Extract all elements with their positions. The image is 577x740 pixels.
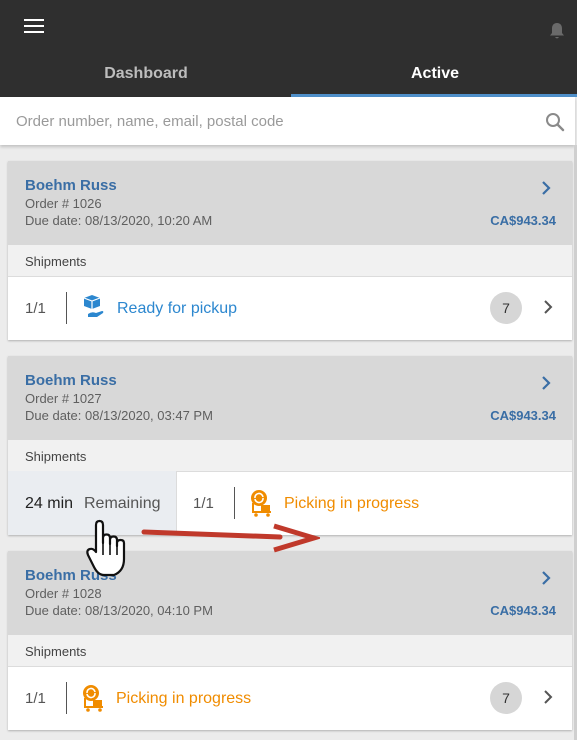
order-card: Boehm Russ Order # 1027 Due date: 08/13/… xyxy=(8,356,572,535)
chevron-right-icon[interactable] xyxy=(541,181,551,200)
order-card-header[interactable]: Boehm Russ Order # 1026 Due date: 08/13/… xyxy=(8,161,572,245)
app-bar: Dashboard Active xyxy=(0,0,577,97)
order-amount: CA$943.34 xyxy=(490,408,556,423)
shipment-count: 1/1 xyxy=(193,495,214,512)
due-date: Due date: 08/13/2020, 04:10 PM xyxy=(25,603,213,618)
bell-icon[interactable] xyxy=(549,22,565,45)
order-number: Order # 1027 xyxy=(25,391,102,406)
shipment-row[interactable]: 1/1 Picking in progress 7 xyxy=(8,666,572,730)
order-card: Boehm Russ Order # 1026 Due date: 08/13/… xyxy=(8,161,572,340)
order-amount: CA$943.34 xyxy=(490,213,556,228)
tab-active[interactable]: Active xyxy=(291,56,577,97)
item-count-badge: 7 xyxy=(490,682,522,714)
shipments-label: Shipments xyxy=(25,644,87,659)
search-icon[interactable] xyxy=(545,112,565,137)
due-date: Due date: 08/13/2020, 10:20 AM xyxy=(25,213,213,228)
search-bar xyxy=(0,97,575,145)
shipment-status: Ready for pickup xyxy=(117,300,238,317)
divider xyxy=(66,292,67,324)
order-number: Order # 1026 xyxy=(25,196,102,211)
order-card-header[interactable]: Boehm Russ Order # 1027 Due date: 08/13/… xyxy=(8,356,572,440)
shipments-header: Shipments xyxy=(8,245,572,277)
package-hand-icon xyxy=(82,294,108,325)
swipe-right-arrow-icon xyxy=(141,523,320,553)
hamburger-menu-icon[interactable] xyxy=(24,18,44,34)
picking-cart-icon xyxy=(81,684,107,717)
picking-cart-icon xyxy=(249,489,275,522)
customer-name: Boehm Russ xyxy=(25,372,117,389)
item-count-badge: 7 xyxy=(490,292,522,324)
due-date: Due date: 08/13/2020, 03:47 PM xyxy=(25,408,213,423)
shipments-header: Shipments xyxy=(8,440,572,472)
shipments-label: Shipments xyxy=(25,449,87,464)
tab-dashboard[interactable]: Dashboard xyxy=(2,56,290,97)
hand-cursor-icon xyxy=(86,519,126,577)
shipment-status: Picking in progress xyxy=(116,690,252,707)
shipments-label: Shipments xyxy=(25,254,87,269)
chevron-right-icon[interactable] xyxy=(543,690,553,709)
shipment-status: Picking in progress xyxy=(284,495,420,512)
shipment-count: 1/1 xyxy=(25,690,46,707)
order-number: Order # 1028 xyxy=(25,586,102,601)
search-input[interactable] xyxy=(16,110,526,132)
chevron-right-icon[interactable] xyxy=(541,376,551,395)
remaining-minutes: 24 min xyxy=(25,495,74,512)
shipments-header: Shipments xyxy=(8,635,572,667)
divider xyxy=(234,487,235,519)
customer-name: Boehm Russ xyxy=(25,177,117,194)
order-amount: CA$943.34 xyxy=(490,603,556,618)
chevron-right-icon[interactable] xyxy=(541,571,551,590)
chevron-right-icon[interactable] xyxy=(543,300,553,319)
divider xyxy=(66,682,67,714)
shipment-count: 1/1 xyxy=(25,300,46,317)
remaining-label: Remaining xyxy=(84,495,161,512)
shipment-row[interactable]: 1/1 Ready for pickup 7 xyxy=(8,276,572,340)
